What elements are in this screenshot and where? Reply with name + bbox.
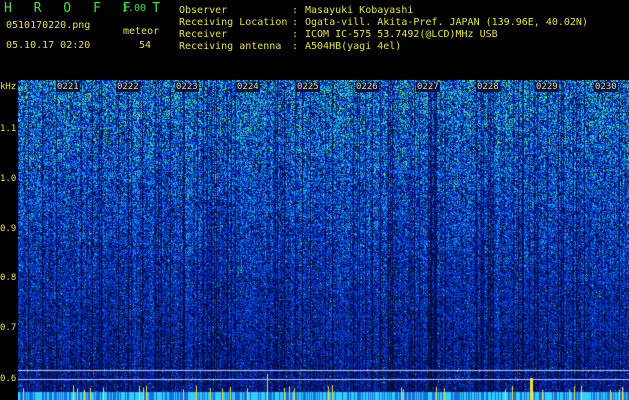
freq-tick-label: 0.9 bbox=[0, 224, 17, 234]
freq-tick-label: 0.6 bbox=[0, 374, 17, 384]
time-tick-label: 0223 bbox=[175, 82, 199, 92]
time-tick-label: 0224 bbox=[236, 82, 260, 92]
app-version: 1.00 bbox=[122, 3, 147, 14]
time-tick-label: 0222 bbox=[116, 82, 140, 92]
info-label-antenna: Receiving antenna bbox=[179, 41, 282, 52]
meteor-label: meteor bbox=[123, 26, 160, 37]
time-tick-label: 0221 bbox=[56, 82, 80, 92]
spectrogram bbox=[18, 80, 629, 400]
info-value-location: Ogata-vill. Akita-Pref. JAPAN (139.96E, … bbox=[305, 17, 588, 28]
info-sep: : bbox=[292, 29, 299, 40]
time-tick-label: 0229 bbox=[535, 82, 559, 92]
header-panel: H R O F F T 1.00 0510170220.png meteor 0… bbox=[0, 0, 629, 80]
info-value-observer: Masayuki Kobayashi bbox=[305, 5, 414, 16]
axis-unit-label: kHz bbox=[0, 82, 17, 92]
info-value-antenna: A504HB(yagi 4el) bbox=[305, 41, 402, 52]
freq-tick-label: 1.0 bbox=[0, 174, 17, 184]
info-label-location: Receiving Location bbox=[179, 17, 288, 28]
time-tick-label: 0227 bbox=[416, 82, 440, 92]
info-label-observer: Observer bbox=[179, 5, 228, 16]
info-value-receiver: ICOM IC-575 53.7492(@LCD)MHz USB bbox=[305, 29, 498, 40]
time-tick-label: 0225 bbox=[296, 82, 320, 92]
info-sep: : bbox=[292, 41, 299, 52]
meteor-count: 54 bbox=[139, 40, 152, 51]
info-sep: : bbox=[292, 17, 299, 28]
file-name: 0510170220.png bbox=[6, 20, 91, 31]
time-tick-label: 0230 bbox=[594, 82, 618, 92]
info-sep: : bbox=[292, 5, 299, 16]
observation-datetime: 05.10.17 02:20 bbox=[6, 40, 91, 51]
frequency-axis: kHz 1.1 1.0 0.9 0.8 0.7 0.6 bbox=[0, 80, 18, 400]
time-tick-label: 0226 bbox=[355, 82, 379, 92]
freq-tick-label: 0.7 bbox=[0, 323, 17, 333]
time-tick-label: 0228 bbox=[476, 82, 500, 92]
info-label-receiver: Receiver bbox=[179, 29, 228, 40]
freq-tick-label: 0.8 bbox=[0, 273, 17, 283]
freq-tick-label: 1.1 bbox=[0, 124, 17, 134]
